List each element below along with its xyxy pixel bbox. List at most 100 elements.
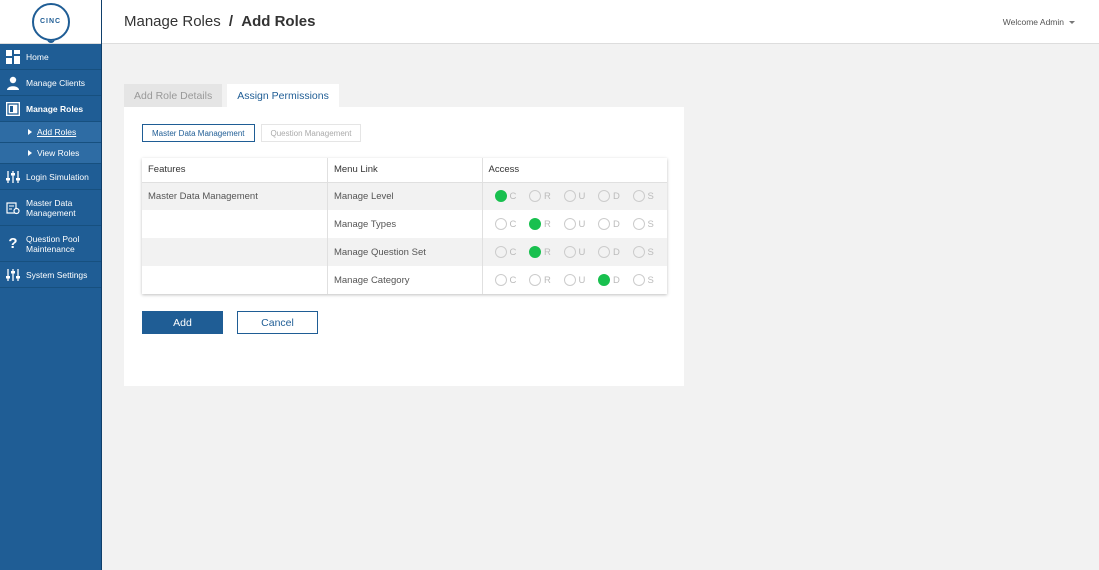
sidebar-item-question-pool-maintenance[interactable]: ? Question Pool Maintenance [0, 226, 101, 262]
permissions-panel: Master Data Management Question Manageme… [124, 107, 684, 386]
column-header-features: Features [142, 158, 328, 183]
access-radio-d[interactable]: D [598, 246, 633, 258]
table-row: Manage Types C R U D S [142, 210, 667, 238]
role-tabs: Add Role Details Assign Permissions [124, 84, 344, 107]
access-radio-d[interactable]: D [598, 274, 633, 286]
access-radio-c[interactable]: C [494, 246, 530, 258]
radio-circle [529, 218, 541, 230]
sidebar-item-label: Master Data Management [26, 197, 76, 218]
sidebar-item-system-settings[interactable]: System Settings [0, 262, 101, 288]
radio-label: R [544, 218, 551, 230]
sliders-icon [6, 268, 20, 282]
radio-label: U [578, 218, 586, 230]
add-button[interactable]: Add [142, 311, 223, 334]
sidebar: CINC Home Manage Clients Manage Roles Ad… [0, 0, 102, 570]
radio-label: D [613, 274, 620, 286]
radio-label: C [509, 246, 517, 258]
question-icon: ? [8, 235, 18, 252]
data-settings-icon [6, 201, 20, 215]
radio-circle [563, 274, 576, 286]
access-radio-r[interactable]: R [529, 274, 564, 286]
access-radio-u[interactable]: U [563, 218, 599, 230]
column-header-access: Access [482, 158, 667, 183]
access-cell: C R UDS [482, 210, 667, 238]
access-radio-d[interactable]: D [598, 190, 633, 203]
caret-right-icon [28, 129, 32, 135]
sidebar-item-home[interactable]: Home [0, 44, 101, 70]
access-radio-c[interactable]: C [494, 218, 530, 230]
dashboard-icon [6, 49, 20, 64]
access-radio-c[interactable]: C [494, 274, 530, 286]
menu-link-cell: Manage Types [327, 210, 483, 238]
table-row: Manage Category C R U D S [142, 266, 667, 294]
radio-label: S [647, 246, 654, 258]
radio-circle [529, 246, 541, 258]
access-radio-u[interactable]: U [563, 274, 599, 286]
feature-cell [142, 266, 328, 294]
tab-add-role-details[interactable]: Add Role Details [124, 84, 223, 107]
sidebar-item-label: Question Pool Maintenance [26, 233, 80, 254]
tab-assign-permissions[interactable]: Assign Permissions [227, 84, 339, 107]
radio-circle [632, 246, 645, 258]
access-radio-r[interactable]: R [529, 218, 564, 230]
logo-area: CINC [0, 0, 101, 44]
radio-circle [563, 190, 576, 203]
radio-circle [598, 274, 610, 286]
access-radio-r[interactable]: R [529, 190, 564, 203]
sidebar-subitem-label: View Roles [37, 148, 80, 158]
access-radio-u[interactable]: U [563, 190, 599, 203]
radio-circle [563, 246, 576, 258]
sidebar-item-manage-clients[interactable]: Manage Clients [0, 70, 101, 96]
subtab-question-management[interactable]: Question Management [260, 124, 362, 142]
sidebar-subitem-view-roles[interactable]: View Roles [0, 143, 101, 164]
sidebar-subitem-add-roles[interactable]: Add Roles [0, 122, 101, 143]
access-radio-s[interactable]: S [632, 190, 668, 203]
feature-cell [142, 210, 328, 238]
radio-circle [494, 190, 507, 203]
radio-label: R [544, 190, 551, 202]
radio-circle [598, 246, 610, 258]
access-cell: CR U D S [482, 266, 667, 294]
access-radio-r[interactable]: R [529, 246, 564, 258]
access-radio-s[interactable]: S [632, 274, 668, 286]
table-row: Master Data Management Manage Level C R U D S [142, 182, 667, 210]
radio-label: S [647, 274, 654, 286]
radio-circle [598, 190, 610, 203]
user-menu[interactable]: Welcome Admin [1003, 17, 1075, 27]
sidebar-item-label: Login Simulation [26, 171, 89, 182]
feature-cell [142, 238, 328, 266]
breadcrumb-current: Add Roles [241, 13, 316, 30]
radio-label: U [578, 274, 586, 286]
access-radio-d[interactable]: D [598, 218, 633, 230]
access-cell: C RUD S [482, 182, 667, 210]
table-row: Manage Question Set C R U D S [142, 238, 667, 266]
sidebar-item-login-simulation[interactable]: Login Simulation [0, 164, 101, 190]
subtab-master-data-management[interactable]: Master Data Management [142, 124, 255, 142]
welcome-text: Welcome Admin [1002, 17, 1064, 27]
radio-label: D [613, 246, 620, 258]
menu-link-cell: Manage Level [327, 182, 483, 210]
access-radio-c[interactable]: C [494, 190, 530, 203]
sidebar-item-master-data-management[interactable]: Master Data Management [0, 190, 101, 226]
caret-right-icon [28, 150, 32, 156]
access-radio-group: C R UDS [489, 218, 668, 230]
logo-text: CINC [39, 18, 62, 25]
cancel-button[interactable]: Cancel [237, 311, 318, 334]
sidebar-item-label: System Settings [26, 269, 88, 280]
sidebar-item-manage-roles[interactable]: Manage Roles [0, 96, 101, 122]
access-cell: CRU D S [482, 238, 667, 266]
access-radio-s[interactable]: S [632, 218, 668, 230]
radio-circle [494, 246, 507, 258]
sidebar-item-label: Manage Roles [26, 103, 84, 114]
sidebar-item-label: Manage Clients [26, 77, 86, 88]
radio-circle [598, 218, 610, 230]
access-radio-s[interactable]: S [632, 246, 668, 258]
breadcrumb-parent[interactable]: Manage Roles [124, 13, 221, 30]
cinc-logo[interactable]: CINC [31, 2, 70, 43]
radio-circle [494, 218, 507, 230]
menu-link-cell: Manage Category [327, 266, 483, 294]
radio-label: S [647, 190, 654, 202]
access-radio-u[interactable]: U [563, 246, 599, 258]
module-subtabs: Master Data Management Question Manageme… [142, 124, 367, 142]
radio-circle [632, 218, 645, 230]
